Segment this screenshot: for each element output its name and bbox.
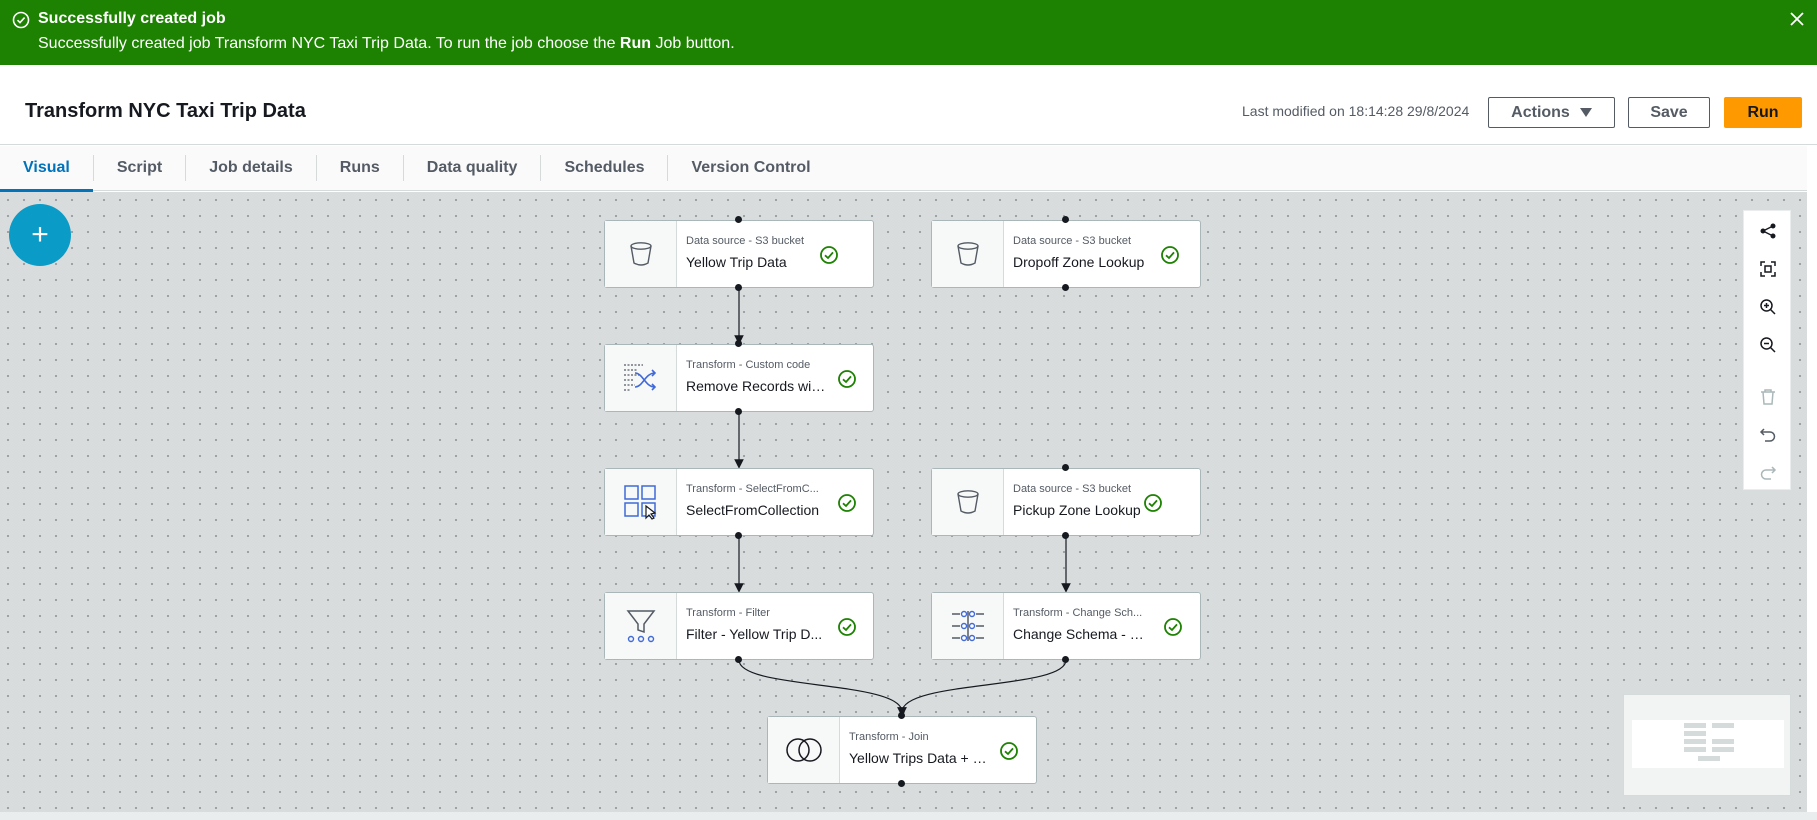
bucket-icon <box>629 242 652 266</box>
node-port[interactable] <box>735 408 742 415</box>
node-port[interactable] <box>1062 464 1069 471</box>
status-success-icon <box>838 618 856 636</box>
caret-down-icon <box>1579 108 1592 117</box>
tab-script[interactable]: Script <box>94 146 185 191</box>
close-icon[interactable] <box>1787 9 1807 29</box>
node-port[interactable] <box>1062 532 1069 539</box>
redo-icon[interactable] <box>1756 461 1780 485</box>
canvas-minimap[interactable] <box>1623 694 1791 796</box>
node-type: Transform - Filter <box>686 607 770 619</box>
node-yellow-trip-data[interactable]: Data source - S3 bucket Yellow Trip Data <box>604 220 874 288</box>
node-port[interactable] <box>735 532 742 539</box>
node-join[interactable]: Transform - Join Yellow Trips Data + P..… <box>767 716 1037 784</box>
add-node-button[interactable]: + <box>9 204 71 266</box>
node-port[interactable] <box>898 712 905 719</box>
node-port[interactable] <box>735 340 742 347</box>
node-remove-records[interactable]: Transform - Custom code Remove Records w… <box>604 344 874 412</box>
tab-visual[interactable]: Visual <box>0 146 93 192</box>
node-filter-yellow-trip[interactable]: Transform - Filter Filter - Yellow Trip … <box>604 592 874 660</box>
actions-button[interactable]: Actions <box>1488 97 1615 128</box>
node-type: Transform - Join <box>849 731 929 743</box>
page-title: Transform NYC Taxi Trip Data <box>25 100 306 122</box>
bucket-icon <box>956 242 979 266</box>
node-pickup-zone-lookup[interactable]: Data source - S3 bucket Pickup Zone Look… <box>931 468 1201 536</box>
node-name: Change Schema - Pic... <box>1013 626 1153 642</box>
status-success-icon <box>1164 618 1182 636</box>
tab-runs[interactable]: Runs <box>317 146 403 191</box>
status-success-icon <box>1161 246 1179 264</box>
tab-job-details[interactable]: Job details <box>186 146 316 191</box>
node-type: Data source - S3 bucket <box>1013 235 1132 247</box>
zoom-out-icon[interactable] <box>1756 333 1780 357</box>
status-success-icon <box>820 246 838 264</box>
node-type: Data source - S3 bucket <box>686 235 805 247</box>
canvas-toolbar <box>1743 210 1791 490</box>
save-button[interactable]: Save <box>1628 97 1710 128</box>
node-port[interactable] <box>898 780 905 787</box>
custom-code-icon <box>623 364 656 391</box>
node-name: SelectFromCollection <box>686 502 820 518</box>
tab-version-control[interactable]: Version Control <box>668 146 833 191</box>
job-tabs: Visual Script Job details Runs Data qual… <box>0 146 1807 192</box>
filter-icon <box>625 610 656 643</box>
job-header: Transform NYC Taxi Trip Data Last modifi… <box>0 65 1817 145</box>
node-name: Yellow Trips Data + P... <box>849 750 989 766</box>
node-change-schema[interactable]: Transform - Change Sch... Change Schema … <box>931 592 1201 660</box>
node-port[interactable] <box>735 216 742 223</box>
node-port[interactable] <box>1062 656 1069 663</box>
node-name: Remove Records wit... <box>686 378 826 394</box>
status-success-icon <box>838 370 856 388</box>
success-check-icon <box>12 11 30 29</box>
status-success-icon <box>838 494 856 512</box>
node-port[interactable] <box>1062 216 1069 223</box>
node-port[interactable] <box>735 656 742 663</box>
node-name: Dropoff Zone Lookup <box>1013 254 1145 270</box>
node-dropoff-zone-lookup[interactable]: Data source - S3 bucket Dropoff Zone Loo… <box>931 220 1201 288</box>
delete-icon[interactable] <box>1756 385 1780 409</box>
select-collection-icon <box>623 485 656 520</box>
node-name: Pickup Zone Lookup <box>1013 502 1141 518</box>
bucket-icon <box>956 490 979 514</box>
node-port[interactable] <box>1062 284 1069 291</box>
node-type: Transform - Custom code <box>686 359 811 371</box>
tab-data-quality[interactable]: Data quality <box>404 146 541 191</box>
node-name: Yellow Trip Data <box>686 254 787 270</box>
node-name: Filter - Yellow Trip D... <box>686 626 823 642</box>
status-success-icon <box>1000 742 1018 760</box>
run-button[interactable]: Run <box>1724 97 1802 128</box>
node-type: Transform - SelectFromC... <box>686 483 819 495</box>
status-success-icon <box>1144 494 1162 512</box>
node-select-from-collection[interactable]: Transform - SelectFromC... SelectFromCol… <box>604 468 874 536</box>
node-type: Data source - S3 bucket <box>1013 483 1132 495</box>
undo-icon[interactable] <box>1756 423 1780 447</box>
tab-schedules[interactable]: Schedules <box>541 146 667 191</box>
zoom-in-icon[interactable] <box>1756 295 1780 319</box>
last-modified-text: Last modified on 18:14:28 29/8/2024 <box>1242 103 1470 119</box>
flash-message: Successfully created job Transform NYC T… <box>38 35 735 52</box>
layout-icon[interactable] <box>1756 219 1780 243</box>
change-schema-icon <box>951 610 984 642</box>
fit-screen-icon[interactable] <box>1756 257 1780 281</box>
success-flash-banner: Successfully created job Successfully cr… <box>0 0 1817 65</box>
canvas-bottom-border <box>0 812 1817 820</box>
node-port[interactable] <box>735 284 742 291</box>
flash-title: Successfully created job <box>38 10 226 27</box>
join-icon <box>785 738 822 762</box>
node-type: Transform - Change Sch... <box>1013 607 1143 619</box>
